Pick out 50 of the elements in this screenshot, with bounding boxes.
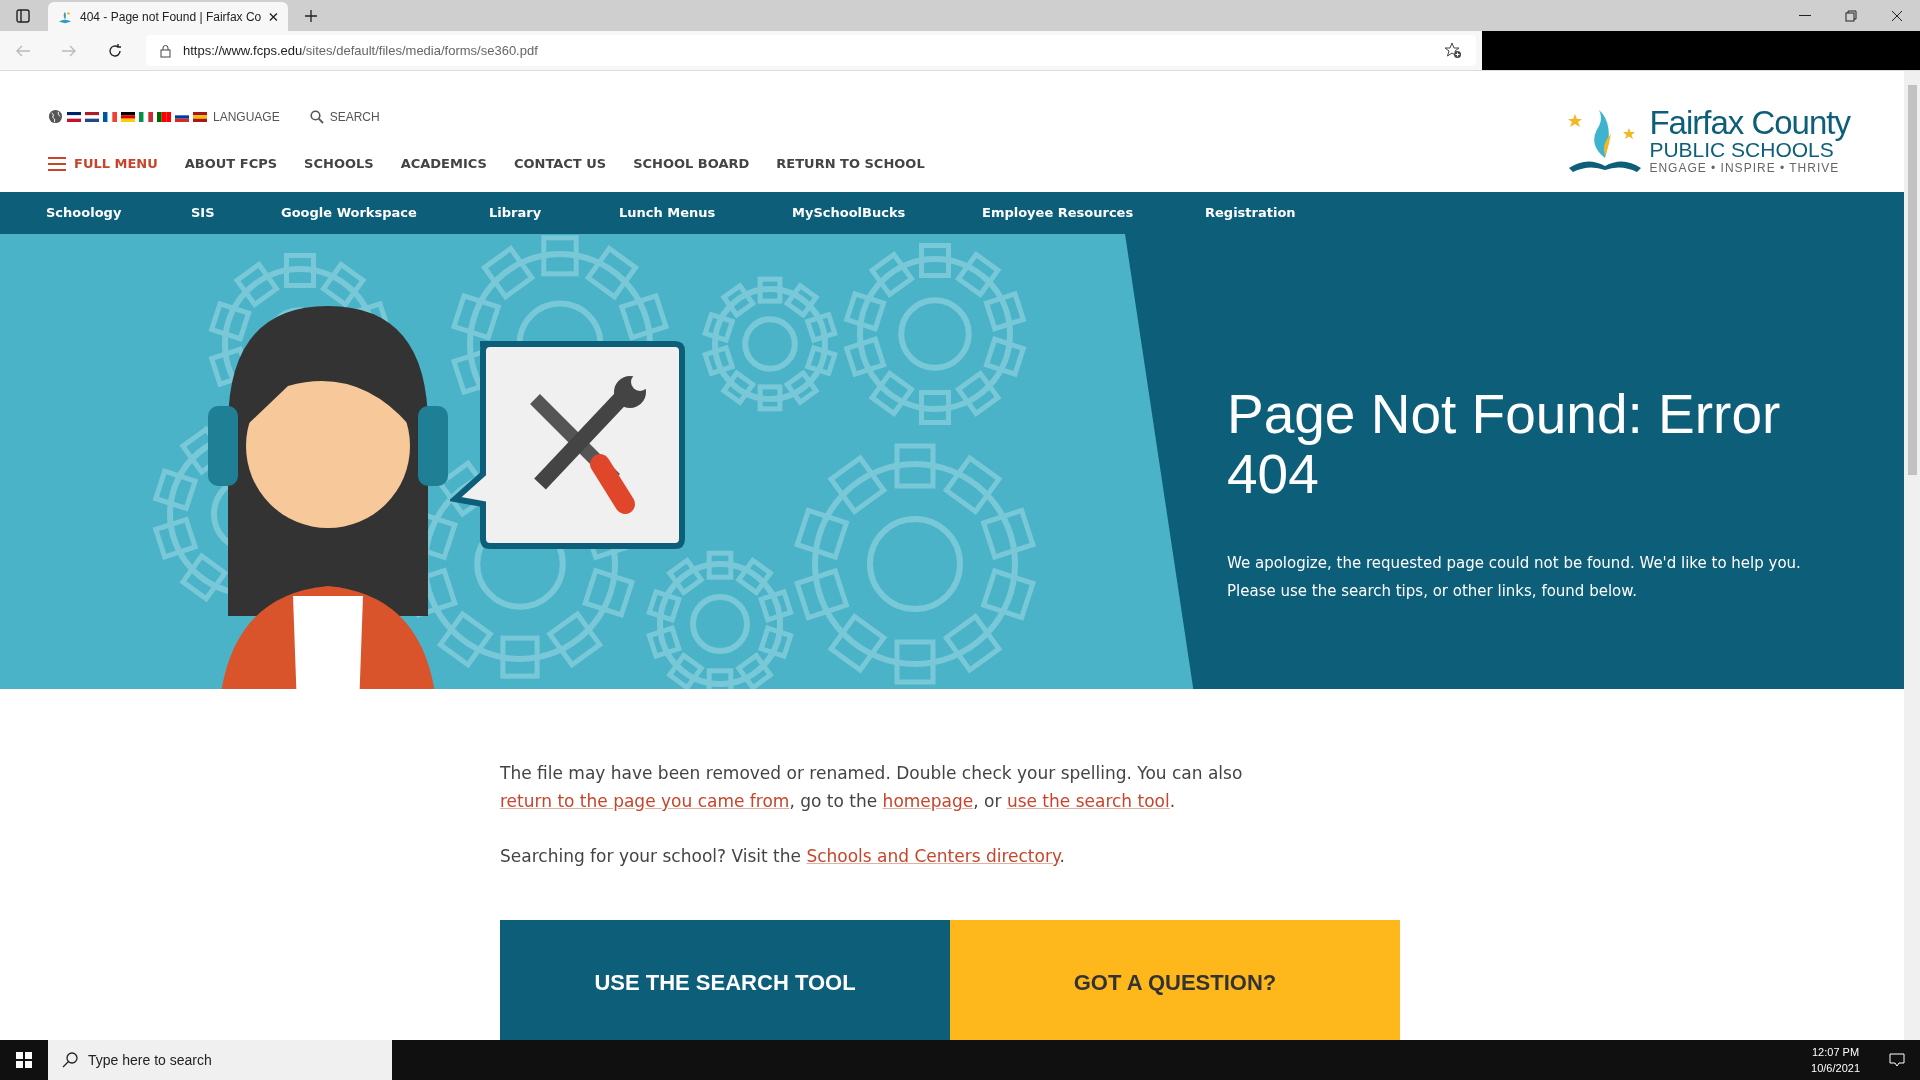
flag-icon[interactable] xyxy=(121,111,135,122)
nav-link[interactable]: SCHOOL BOARD xyxy=(633,156,750,171)
site-logo-icon xyxy=(58,9,72,24)
text-link[interactable]: use the search tool xyxy=(1006,791,1170,811)
close-icon[interactable] xyxy=(269,11,278,22)
flag-icon[interactable] xyxy=(157,111,171,122)
help-text: Searching for your school? Visit the Schools and Centers directory. xyxy=(500,845,1066,868)
quick-link[interactable]: Registration xyxy=(1205,205,1365,221)
taskbar-clock[interactable]: 12:07 PM 10/6/2021 xyxy=(1811,1044,1860,1076)
logo-title: Fairfax County xyxy=(1649,106,1850,139)
globe-icon xyxy=(48,109,63,124)
text-link[interactable]: homepage xyxy=(882,791,974,811)
flag-icon[interactable] xyxy=(193,111,207,122)
nav-link[interactable]: CONTACT US xyxy=(513,156,607,171)
flag-icon[interactable] xyxy=(103,111,117,122)
lock-icon xyxy=(160,43,171,58)
address-bar[interactable]: https://www.fcps.edu/sites/default/files/media/forms/se360.pdf xyxy=(146,35,1476,66)
error-title: Page Not Found: Error 404 xyxy=(1227,383,1782,505)
flag-icon[interactable] xyxy=(67,111,81,122)
nav-link[interactable]: SCHOOLS xyxy=(304,156,374,171)
quick-link[interactable]: SIS xyxy=(191,205,281,221)
action-card[interactable]: USE THE SEARCH TOOL xyxy=(500,920,950,1040)
quick-link[interactable]: Employee Resources xyxy=(982,205,1205,221)
quick-link[interactable]: MySchoolBucks xyxy=(792,205,982,221)
browser-tab[interactable]: 404 - Page not Found | Fairfax Co xyxy=(48,2,288,31)
error-message: We apologize, the requested page could not be found. We'd like to help you. Please use the search tips, or other links, found below. xyxy=(1227,552,1802,602)
quick-link[interactable]: Lunch Menus xyxy=(619,205,792,221)
menu-icon[interactable] xyxy=(48,156,66,171)
text-link[interactable]: Schools and Centers directory xyxy=(806,846,1060,866)
quick-link[interactable]: Google Workspace xyxy=(281,205,489,221)
help-text: The file may have been removed or renamed. Double check your spelling. You can also return to the page you came from, go to the homepage, or use the search tool. xyxy=(500,762,1244,813)
nav-link[interactable]: RETURN TO SCHOOL xyxy=(776,156,925,171)
quick-link[interactable]: Library xyxy=(489,205,619,221)
scrollbar[interactable] xyxy=(1904,71,1920,1040)
nav-link[interactable]: ACADEMICS xyxy=(400,156,487,171)
full-menu-link[interactable]: FULL MENU xyxy=(74,156,158,171)
nav-link[interactable]: ABOUT FCPS xyxy=(184,156,278,171)
search-icon xyxy=(62,1052,78,1068)
quick-link[interactable]: Schoology xyxy=(46,205,191,221)
flag-icon[interactable] xyxy=(85,111,99,122)
logo-subtitle: PUBLIC SCHOOLS xyxy=(1649,139,1834,162)
action-card[interactable]: GOT A QUESTION? xyxy=(950,920,1400,1040)
tab-title: 404 - Page not Found | Fairfax Co xyxy=(80,9,262,24)
search-link[interactable]: SEARCH xyxy=(329,109,380,124)
search-icon xyxy=(309,109,324,124)
text-link[interactable]: return to the page you came from xyxy=(500,791,790,811)
language-link[interactable]: LANGUAGE xyxy=(213,109,280,124)
favorite-add-icon[interactable] xyxy=(1444,42,1462,59)
taskbar-search-field[interactable]: Type here to search xyxy=(48,1040,392,1080)
logo-tagline: ENGAGE • INSPIRE • THRIVE xyxy=(1649,161,1841,176)
